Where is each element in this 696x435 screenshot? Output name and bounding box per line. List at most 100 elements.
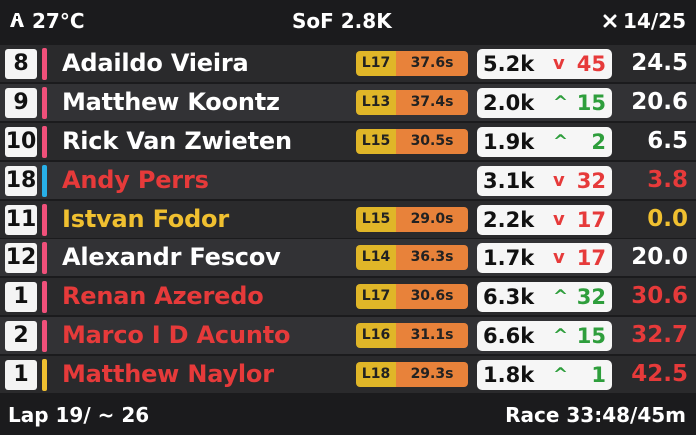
arrow-down-icon: v [553, 208, 565, 230]
last-lap-badge: L14 36.3s [356, 245, 468, 271]
lap-number: L18 [356, 362, 396, 388]
safety-rating-box: 5.2k v 45 [477, 49, 612, 79]
lap-number: L16 [356, 323, 396, 349]
race-time: Race 33:48/45m [505, 403, 686, 427]
lap-number: L15 [356, 206, 396, 232]
safety-rating-box: 3.1k v 32 [477, 165, 612, 196]
last-lap-badge: L18 29.3s [356, 362, 468, 388]
lap-time: 31.1s [396, 323, 468, 349]
driver-name: Istvan Fodor [62, 204, 229, 233]
driver-name: Marco I D Acunto [62, 321, 291, 350]
lap-counter: 14/25 [603, 9, 686, 33]
position-badge: 18 [5, 165, 37, 196]
safety-rating-box: 6.3k ^ 32 [477, 282, 612, 313]
last-lap-badge: L17 30.6s [356, 284, 468, 310]
safety-rating: 3.1k [483, 168, 535, 193]
table-row: 2 Marco I D Acunto L16 31.1s 6.6k ^ 15 32.7 [0, 317, 696, 355]
safety-rating: 1.7k [483, 246, 535, 271]
rating-delta: 15 [576, 90, 606, 115]
arrow-up-icon: ^ [553, 130, 569, 152]
arrow-up-icon: ^ [553, 364, 569, 386]
safety-rating-box: 2.0k ^ 15 [477, 87, 612, 118]
safety-rating-box: 6.6k ^ 15 [477, 321, 612, 352]
safety-rating: 1.8k [483, 363, 535, 388]
table-row: 11 Istvan Fodor L15 29.0s 2.2k v 17 0.0 [0, 200, 696, 238]
lap-counter-value: 14/25 [623, 9, 686, 33]
position-badge: 1 [5, 360, 37, 391]
class-color-bar [42, 281, 47, 314]
position-badge: 2 [5, 321, 37, 352]
table-row: 8 Adaildo Vieira L17 37.6s 5.2k v 45 24.5 [0, 45, 696, 82]
safety-rating-box: 1.9k ^ 2 [477, 126, 612, 157]
table-row: 1 Renan Azeredo L17 30.6s 6.3k ^ 32 30.6 [0, 278, 696, 316]
gap-value: 20.6 [631, 88, 688, 115]
lap-time: 37.6s [396, 51, 468, 76]
gap-value: 6.5 [647, 127, 688, 154]
arrow-down-icon: v [553, 247, 565, 269]
position-badge: 1 [5, 282, 37, 313]
gap-value: 20.0 [631, 244, 688, 271]
rating-delta: 17 [576, 207, 606, 232]
arrow-up-icon: ^ [553, 325, 569, 347]
driver-name: Matthew Koontz [62, 87, 280, 116]
gap-value: 0.0 [647, 205, 688, 232]
driver-name: Renan Azeredo [62, 282, 264, 311]
class-color-bar [42, 359, 47, 392]
table-row: 12 Alexandr Fescov L14 36.3s 1.7k v 17 20.0 [0, 239, 696, 277]
class-color-bar [42, 203, 47, 236]
temperature-value: 27°C [32, 9, 85, 33]
safety-rating: 2.2k [483, 207, 535, 232]
footer-bar: Lap 19/ ~ 26 Race 33:48/45m [0, 398, 696, 435]
class-color-bar [42, 242, 47, 275]
rating-delta: 32 [576, 168, 606, 193]
lap-time: 36.3s [396, 245, 468, 271]
gap-value: 32.7 [631, 322, 688, 349]
track-icon [8, 9, 26, 33]
lap-time: 29.0s [396, 206, 468, 232]
lap-progress: Lap 19/ ~ 26 [8, 403, 150, 427]
gap-value: 42.5 [631, 361, 688, 388]
safety-rating: 6.3k [483, 285, 535, 310]
arrow-down-icon: v [553, 169, 565, 191]
rating-delta: 17 [576, 246, 606, 271]
driver-name: Adaildo Vieira [62, 49, 249, 77]
standings-list: 8 Adaildo Vieira L17 37.6s 5.2k v 45 24.5 9 Matth… [0, 45, 696, 395]
class-color-bar [42, 48, 47, 80]
driver-name: Rick Van Zwieten [62, 126, 292, 155]
rating-delta: 2 [591, 129, 606, 154]
gap-value: 30.6 [631, 283, 688, 310]
lap-time: 30.6s [396, 284, 468, 310]
rating-delta: 1 [591, 363, 606, 388]
table-row: 10 Rick Van Zwieten L15 30.5s 1.9k ^ 2 6.5 [0, 122, 696, 160]
position-badge: 11 [5, 204, 37, 235]
class-color-bar [42, 86, 47, 119]
strength-of-field: SoF 2.8K [292, 9, 392, 33]
last-lap-badge: L17 37.6s [356, 51, 468, 76]
position-badge: 9 [5, 87, 37, 118]
lap-time: 37.4s [396, 89, 468, 115]
position-badge: 8 [5, 49, 37, 79]
driver-name: Andy Perrs [62, 165, 209, 194]
safety-rating-box: 1.8k ^ 1 [477, 360, 612, 391]
safety-rating-box: 1.7k v 17 [477, 243, 612, 274]
rating-delta: 32 [576, 285, 606, 310]
class-color-bar [42, 164, 47, 197]
safety-rating: 6.6k [483, 324, 535, 349]
table-row: 1 Matthew Naylor L18 29.3s 1.8k ^ 1 42.5 [0, 356, 696, 394]
position-badge: 12 [5, 243, 37, 274]
table-row: 18 Andy Perrs 3.1k v 32 3.8 [0, 161, 696, 199]
class-color-bar [42, 320, 47, 353]
lap-number: L15 [356, 128, 396, 154]
track-temperature: 27°C [8, 9, 85, 33]
driver-name: Matthew Naylor [62, 360, 274, 389]
standings-overlay: 27°C SoF 2.8K 14/25 8 Adaildo Vieira L17 37… [0, 0, 696, 435]
last-lap-badge: L13 37.4s [356, 89, 468, 115]
rating-delta: 15 [576, 324, 606, 349]
position-badge: 10 [5, 126, 37, 157]
lap-time: 30.5s [396, 128, 468, 154]
lap-number: L17 [356, 51, 396, 76]
rating-delta: 45 [576, 52, 606, 76]
class-color-bar [42, 125, 47, 158]
safety-rating: 5.2k [483, 52, 535, 76]
close-icon [603, 9, 617, 33]
